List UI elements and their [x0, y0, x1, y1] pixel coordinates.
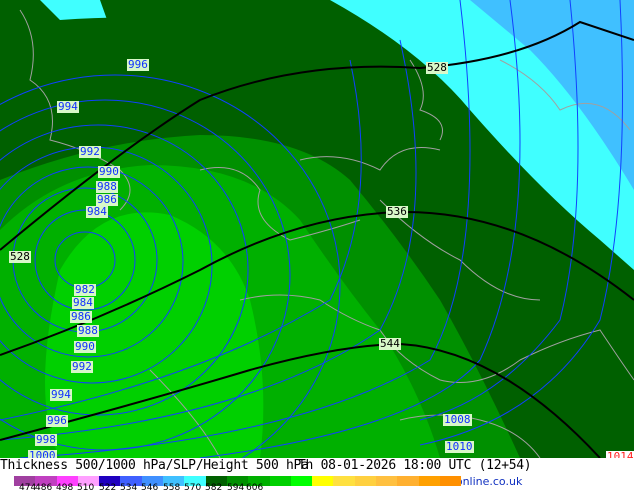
colorbar-tick: 498	[56, 483, 74, 490]
colorbar-tick: 546	[141, 483, 159, 490]
colorbar-segment	[439, 476, 462, 486]
weather-map-view: 996 994 992 990 988 986 984 982 984 986 …	[0, 0, 634, 490]
isobar-label: 992	[71, 360, 93, 373]
colorbar-tick: 570	[184, 483, 202, 490]
colorbar-tick: 486	[35, 483, 53, 490]
map-title: Thickness 500/1000 hPa/SLP/Height 500 hP…	[0, 458, 309, 473]
isobar-label: 986	[70, 310, 92, 323]
isobar-label: 990	[98, 165, 120, 178]
colorbar-tick: 510	[77, 483, 95, 490]
isobar-label: 982	[74, 283, 96, 296]
colorbar-segment	[397, 476, 419, 486]
colorbar-tick: 582	[205, 483, 223, 490]
thickness-label: 528	[9, 250, 31, 263]
thickness-label: 544	[379, 337, 401, 350]
thickness-label: 528	[426, 61, 448, 74]
isobar-label: 992	[79, 145, 101, 158]
isobar-label: 988	[77, 324, 99, 337]
isobar-label: 998	[35, 433, 57, 446]
isobar-label: 996	[46, 414, 68, 427]
thickness-label: 536	[386, 205, 408, 218]
valid-time: Th 08-01-2026 18:00 UTC (12+54)	[298, 458, 532, 473]
map-footer: Thickness 500/1000 hPa/SLP/Height 500 hP…	[0, 458, 634, 490]
colorbar-tick: 522	[99, 483, 117, 490]
map-canvas[interactable]	[0, 0, 634, 458]
colorbar-tick: 534	[120, 483, 138, 490]
colorbar-tick: 594	[227, 483, 245, 490]
colorbar-segment	[354, 476, 377, 486]
colorbar-tick: 606	[246, 483, 264, 490]
isobar-label: 1008	[443, 413, 472, 426]
isobar-label: 984	[72, 296, 94, 309]
colorbar-segment	[376, 476, 398, 486]
colorbar-tick: 474	[19, 483, 37, 490]
isobar-label: 984	[86, 205, 108, 218]
isobar-label: 990	[74, 340, 96, 353]
colorbar-ticks: 474 486 498 510 522 534 546 558 570 582 …	[0, 483, 340, 490]
colorbar-segment	[418, 476, 440, 486]
isobar-label: 996	[127, 58, 149, 71]
isobar-label: 1010	[445, 440, 474, 453]
isobar-label: 988	[96, 180, 118, 193]
isobar-label: 994	[50, 388, 72, 401]
isobar-label: 994	[57, 100, 79, 113]
colorbar-tick: 558	[163, 483, 181, 490]
